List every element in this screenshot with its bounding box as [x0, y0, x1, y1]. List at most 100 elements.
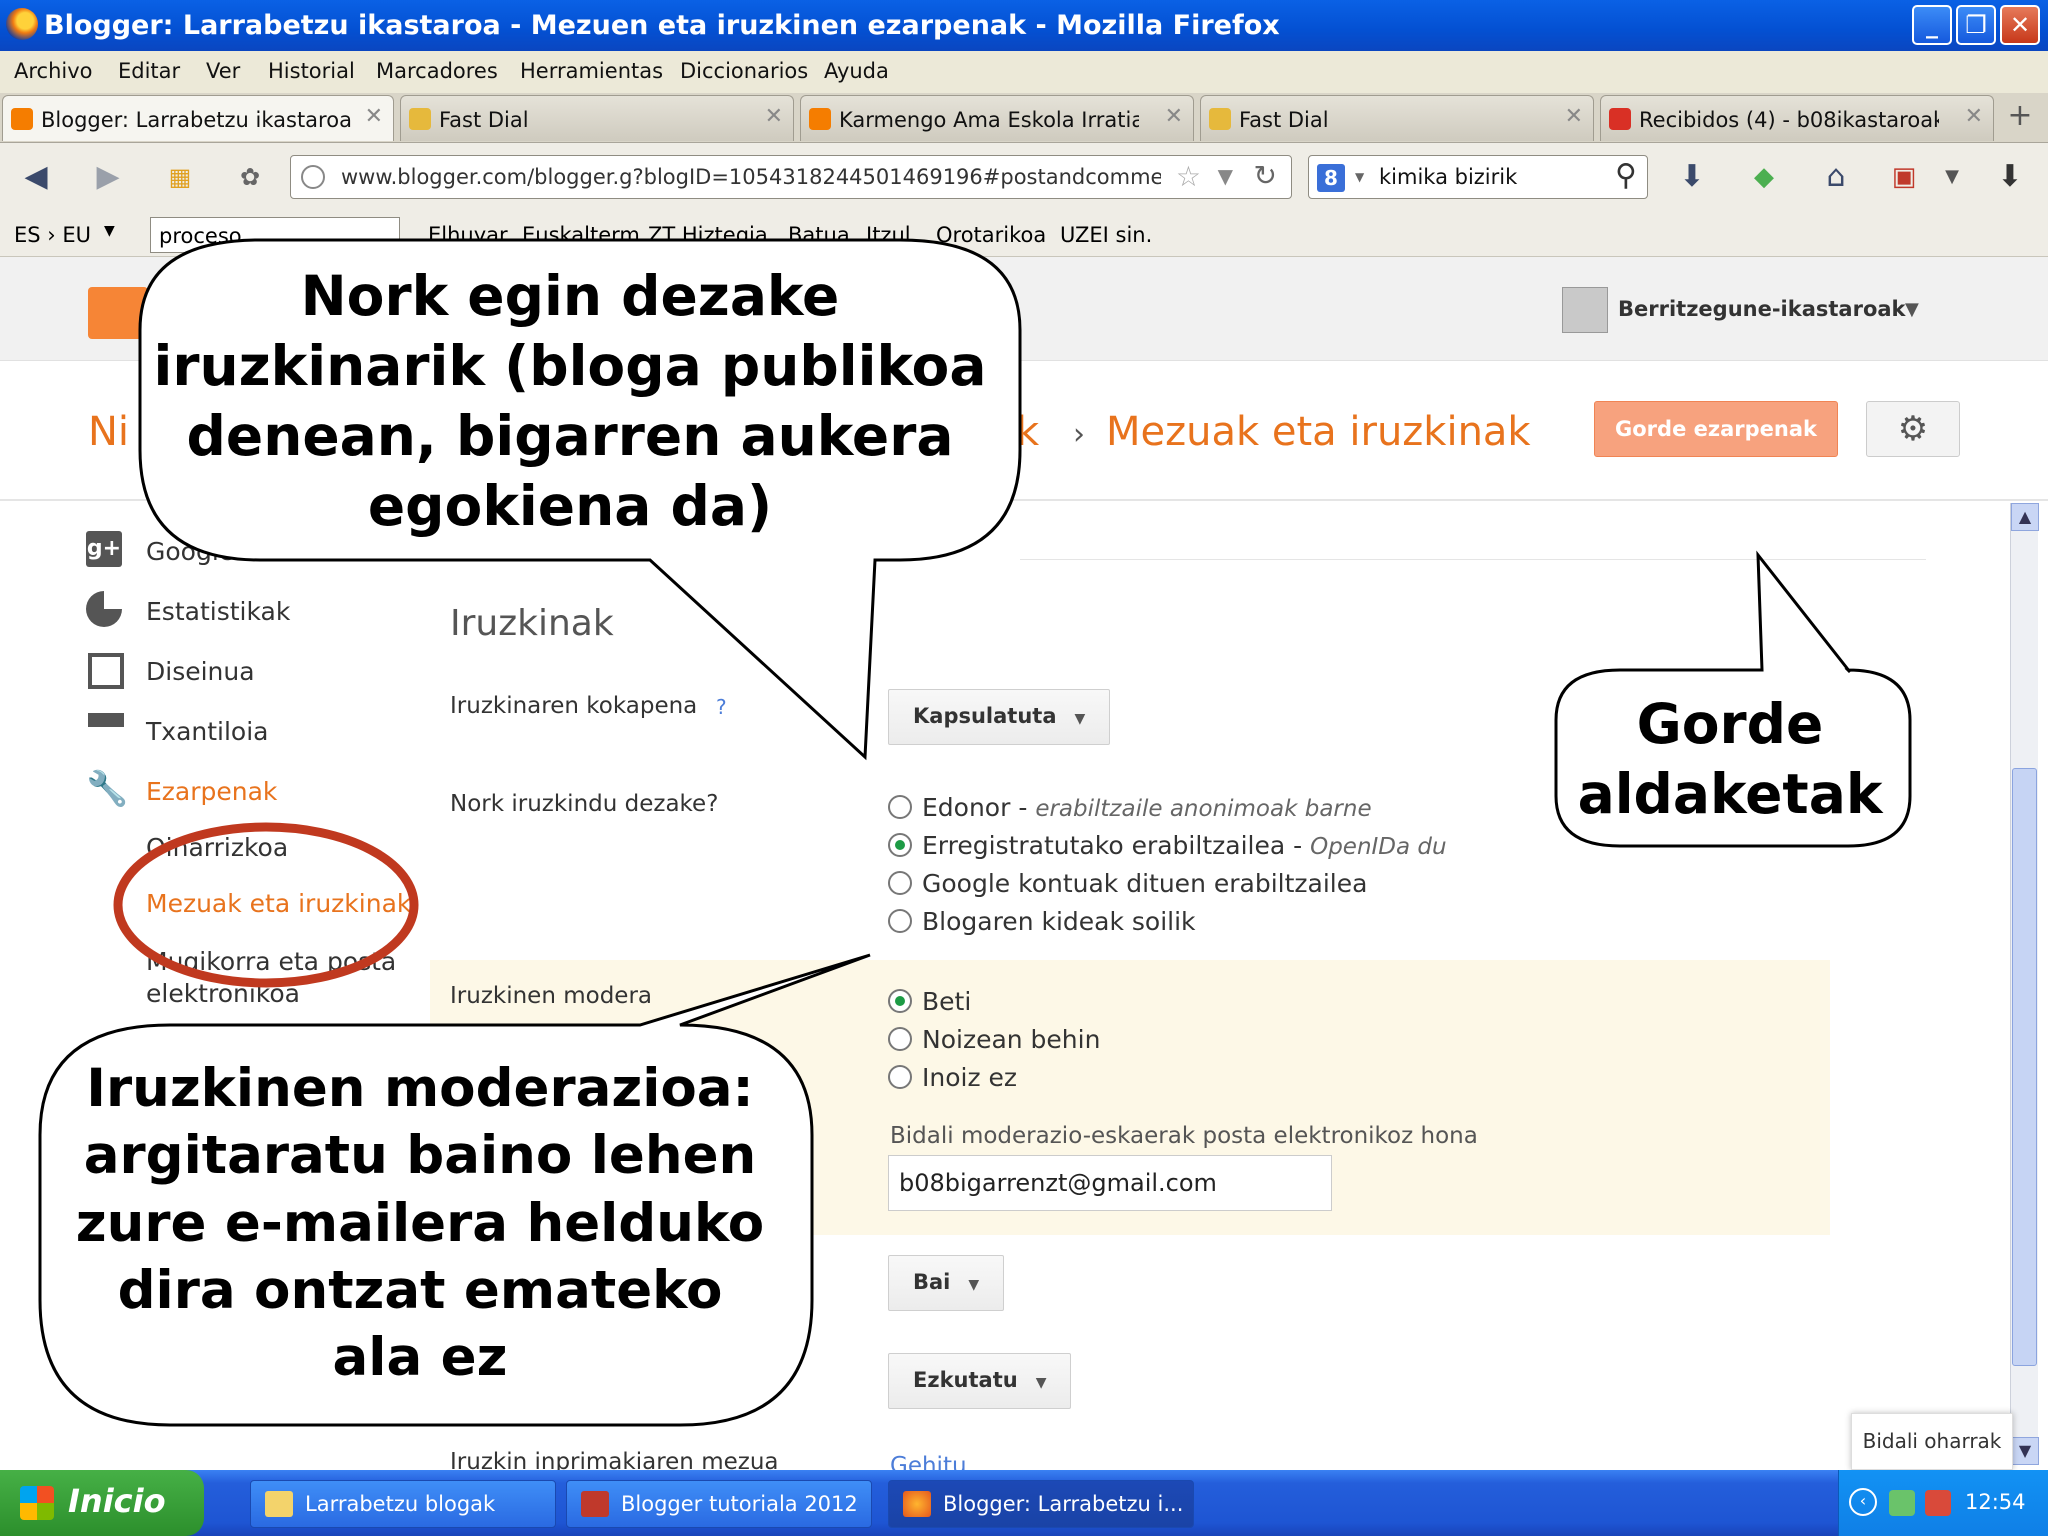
search-box[interactable]: 8 ▼ kimika bizirik ⚲	[1308, 155, 1648, 199]
close-icon[interactable]: ✕	[1965, 104, 1983, 129]
blogger-logo[interactable]	[88, 287, 148, 339]
comment-location-dropdown[interactable]: Kapsulatuta ▼	[888, 689, 1111, 745]
close-icon[interactable]: ✕	[765, 104, 783, 129]
callout-who-can-comment: Nork egin dezake iruzkinarik (bloga publ…	[140, 262, 1000, 541]
addon-icon[interactable]: ✿	[230, 157, 270, 197]
chevron-down-icon[interactable]: ▼	[1905, 299, 1919, 320]
task-label: Blogger tutoriala 2012	[621, 1492, 858, 1516]
sidebar-item-stats[interactable]: Estatistikak	[146, 597, 290, 626]
tab-label: Fast Dial	[1239, 108, 1329, 132]
search-engine-dropdown-icon[interactable]: ▼	[1355, 170, 1364, 184]
menu-herramientas[interactable]: Herramientas	[520, 59, 663, 83]
calendar-icon[interactable]: ▣	[1884, 157, 1924, 197]
moderation-email-input[interactable]: b08bigarrenzt@gmail.com	[888, 1155, 1332, 1211]
bookmark-euskalterm[interactable]: Euskalterm	[522, 223, 640, 247]
radio-always[interactable]: Beti	[888, 987, 971, 1016]
menu-editar[interactable]: Editar	[118, 59, 180, 83]
bookmark-orotarikoa[interactable]: Orotarikoa	[936, 223, 1046, 247]
save-settings-button[interactable]: Gorde ezarpenak	[1594, 401, 1838, 457]
radio-never[interactable]: Inoiz ez	[888, 1063, 1017, 1092]
layout-icon	[88, 653, 124, 689]
close-button[interactable]: ✕	[2000, 5, 2040, 45]
tab-label: Fast Dial	[439, 108, 529, 132]
radio-sometimes[interactable]: Noizean behin	[888, 1025, 1100, 1054]
sidebar-item-mobile-email[interactable]: Mugikorra eta posta	[146, 947, 396, 976]
menu-diccionarios[interactable]: Diccionarios	[680, 59, 808, 83]
sidebar-item-mobile-email-2[interactable]: elektronikoa	[146, 979, 300, 1008]
bookmark-zt-hiztegia[interactable]: ZT Hiztegia	[648, 223, 768, 247]
menu-archivo[interactable]: Archivo	[14, 59, 93, 83]
radio-members-only[interactable]: Blogaren kideak soilik	[888, 907, 1196, 936]
callout-save-changes: Gorde aldaketak	[1560, 690, 1900, 830]
forward-icon[interactable]: ▶	[88, 157, 128, 197]
sidebar-item-layout[interactable]: Diseinua	[146, 657, 255, 686]
bookmark-uzei[interactable]: UZEI sin.	[1060, 223, 1152, 247]
user-name[interactable]: Berritzegune-ikastaroak	[1618, 297, 1906, 321]
network-icon[interactable]	[1889, 1490, 1915, 1516]
scroll-thumb[interactable]	[2012, 768, 2037, 1366]
tab-label: Karmengo Ama Eskola Irratia	[839, 108, 1139, 132]
task-blogger-tutoriala[interactable]: Blogger tutoriala 2012	[566, 1480, 872, 1528]
start-button[interactable]: Inicio	[0, 1470, 204, 1536]
bookmark-elhuyar[interactable]: Elhuyar	[428, 223, 508, 247]
maximize-button[interactable]: ❐	[1956, 5, 1996, 45]
security-icon[interactable]	[1925, 1490, 1951, 1516]
close-icon[interactable]: ✕	[1165, 104, 1183, 129]
url-dropdown-icon[interactable]: ▼	[1218, 164, 1233, 188]
navigation-bar: ◀ ▶ ▦ ✿ www.blogger.com/blogger.g?blogID…	[0, 143, 2048, 209]
chevron-down-icon: ▼	[1074, 711, 1086, 727]
menu-ver[interactable]: Ver	[206, 59, 240, 83]
menu-historial[interactable]: Historial	[268, 59, 355, 83]
breadcrumb-blog[interactable]: Ni	[88, 409, 129, 455]
home-icon[interactable]: ⌂	[1816, 157, 1856, 197]
sidebar-item-basic[interactable]: Oinarrizkoa	[146, 833, 288, 862]
menu-ayuda[interactable]: Ayuda	[824, 59, 889, 83]
task-blogger-firefox[interactable]: Blogger: Larrabetzu i...	[888, 1480, 1194, 1528]
breadcrumb-settings[interactable]: k	[1016, 409, 1039, 455]
bookmark-star-icon[interactable]: ☆	[1176, 160, 1201, 193]
radio-anyone[interactable]: Edonor - erabiltzaile anonimoak barne	[888, 793, 1372, 822]
radio-registered[interactable]: Erregistratutako erabiltzailea - OpenIDa…	[888, 831, 1447, 860]
vertical-scrollbar[interactable]: ▲ ▼	[2010, 503, 2039, 1465]
feedback-button[interactable]: Bidali oharrak	[1851, 1413, 2013, 1470]
reload-icon[interactable]: ↻	[1254, 159, 1277, 192]
bookmark-itzul[interactable]: Itzul	[866, 223, 911, 247]
dictionary-input[interactable]: proceso	[150, 217, 400, 253]
fastdial-icon[interactable]: ▦	[160, 157, 200, 197]
back-icon[interactable]: ◀	[16, 157, 56, 197]
help-icon[interactable]: ?	[716, 695, 727, 719]
tab-fast-dial-2[interactable]: Fast Dial ✕	[1200, 95, 1594, 141]
search-engine-icon[interactable]: 8	[1317, 164, 1345, 192]
radio-google-accounts[interactable]: Google kontuak dituen erabiltzailea	[888, 869, 1367, 898]
sidebar-item-posts-comments[interactable]: Mezuak eta iruzkinak	[146, 889, 411, 918]
scroll-up-icon[interactable]: ▲	[2011, 503, 2039, 531]
new-tab-button[interactable]: +	[2002, 99, 2038, 135]
bookmark-batua[interactable]: Batua	[788, 223, 850, 247]
close-icon[interactable]: ✕	[1565, 104, 1583, 129]
tab-blogger[interactable]: Blogger: Larrabetzu ikastaroa ... ✕	[2, 95, 394, 141]
tab-karmengo[interactable]: Karmengo Ama Eskola Irratia ✕	[800, 95, 1194, 141]
feedly-icon[interactable]: ◆	[1744, 157, 1784, 197]
menu-dropdown-icon[interactable]: ▼	[1932, 157, 1972, 197]
sidebar-item-settings[interactable]: Ezarpenak	[146, 777, 277, 806]
download-icon[interactable]: ⬇	[1672, 157, 1712, 197]
chevron-left-icon[interactable]: ‹	[1849, 1488, 1877, 1516]
callout-line: aldaketak	[1577, 761, 1883, 826]
task-larrabetzu-blogak[interactable]: Larrabetzu blogak	[250, 1480, 556, 1528]
close-icon[interactable]: ✕	[365, 104, 383, 129]
avatar[interactable]	[1562, 287, 1608, 333]
language-selector[interactable]: ES › EU	[14, 223, 91, 247]
ezkutatu-dropdown[interactable]: Ezkutatu ▼	[888, 1353, 1072, 1409]
tab-gmail[interactable]: Recibidos (4) - b08ikastaroak... ✕	[1600, 95, 1994, 141]
scroll-down-icon[interactable]: ▼	[2011, 1437, 2039, 1465]
save-page-icon[interactable]: ⬇	[1990, 157, 2030, 197]
url-bar[interactable]: www.blogger.com/blogger.g?blogID=1054318…	[290, 155, 1292, 199]
sidebar-item-template[interactable]: Txantiloia	[146, 717, 269, 746]
chevron-down-icon[interactable]: ▼	[104, 223, 115, 239]
minimize-button[interactable]: _	[1912, 5, 1952, 45]
menu-marcadores[interactable]: Marcadores	[376, 59, 498, 83]
gear-icon[interactable]: ⚙	[1866, 401, 1960, 457]
tab-fast-dial-1[interactable]: Fast Dial ✕	[400, 95, 794, 141]
search-icon[interactable]: ⚲	[1615, 158, 1637, 193]
bai-dropdown[interactable]: Bai ▼	[888, 1255, 1005, 1311]
